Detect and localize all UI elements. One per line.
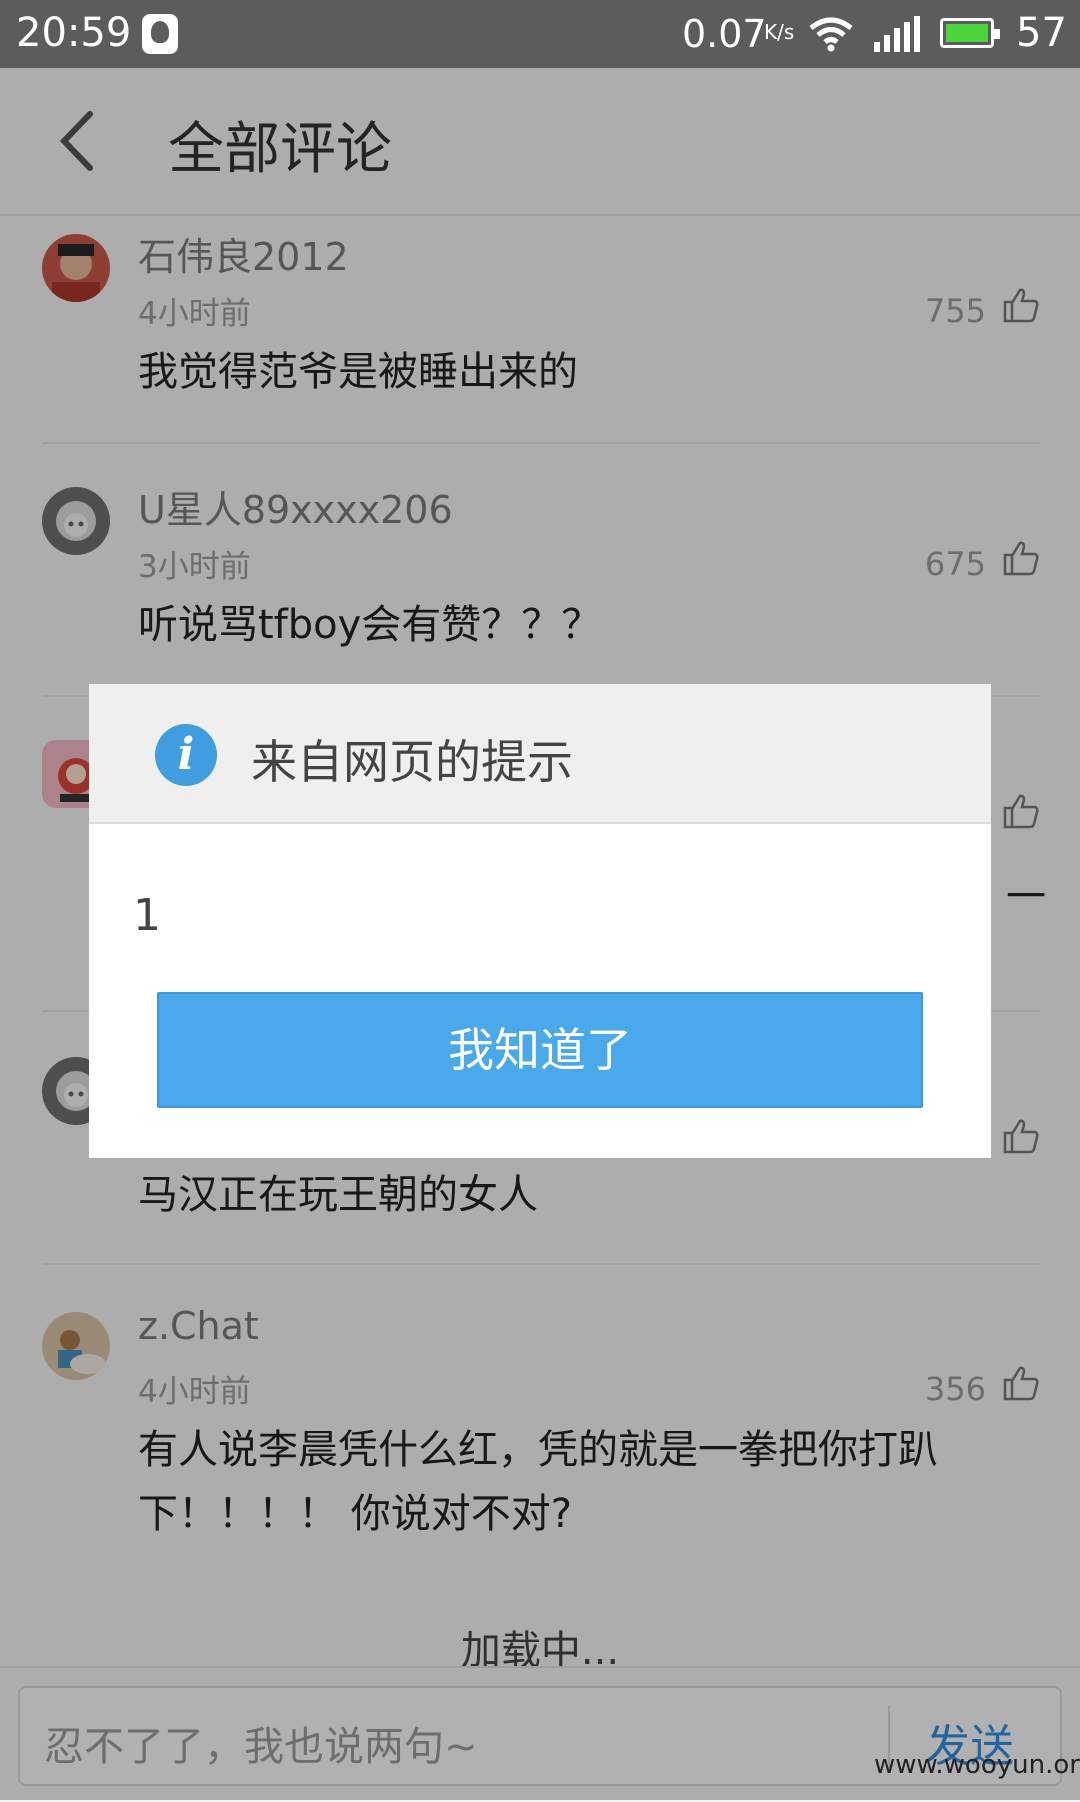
- network-speed-unit: K/s: [764, 20, 795, 44]
- info-icon: i: [155, 724, 217, 786]
- signal-icon: [874, 16, 920, 52]
- status-time: 20:59: [16, 10, 132, 56]
- dialog-header: i 来自网页的提示: [89, 684, 991, 824]
- qq-notification-icon: [142, 14, 178, 54]
- status-bar: 20:59 0.07 K/s 57: [0, 0, 1080, 68]
- alert-dialog: i 来自网页的提示 1 我知道了: [89, 684, 991, 1158]
- dialog-title: 来自网页的提示: [251, 735, 573, 789]
- battery-level: 57: [1016, 10, 1067, 56]
- battery-icon: [940, 18, 1000, 48]
- wifi-icon: [809, 17, 853, 52]
- watermark: www.wooyun.org: [874, 1750, 1080, 1780]
- confirm-button[interactable]: 我知道了: [157, 992, 923, 1108]
- dialog-message: 1: [133, 890, 161, 941]
- network-speed: 0.07: [682, 12, 767, 56]
